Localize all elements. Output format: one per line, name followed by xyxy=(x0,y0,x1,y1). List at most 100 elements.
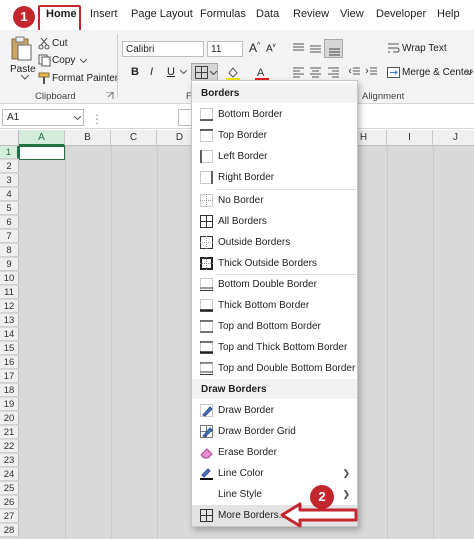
tab-view[interactable]: View xyxy=(340,8,364,20)
align-center-icon[interactable] xyxy=(309,66,322,79)
underline-chevron-icon[interactable] xyxy=(180,70,187,74)
row-header[interactable]: 19 xyxy=(0,398,19,411)
increase-font-icon[interactable]: A^ xyxy=(249,41,260,55)
merge-center-button[interactable]: Merge & Center xyxy=(402,67,473,78)
row-header[interactable]: 18 xyxy=(0,384,19,397)
menu-item-no-border[interactable]: No Border xyxy=(192,190,357,211)
paste-icon[interactable] xyxy=(9,36,33,62)
paste-button[interactable]: Paste xyxy=(10,64,36,75)
row-header[interactable]: 13 xyxy=(0,314,19,327)
row-header[interactable]: 20 xyxy=(0,412,19,425)
tab-review[interactable]: Review xyxy=(293,8,329,20)
active-cell-a1[interactable] xyxy=(19,146,65,160)
increase-indent-icon[interactable] xyxy=(365,66,378,79)
menu-item-line-color[interactable]: Line Color ❯ xyxy=(192,463,357,484)
menu-item-draw-border[interactable]: Draw Border xyxy=(192,400,357,421)
merge-chevron-icon[interactable] xyxy=(466,71,473,75)
menu-item-outside-borders[interactable]: Outside Borders xyxy=(192,232,357,253)
bold-button[interactable]: B xyxy=(131,66,139,78)
decrease-indent-icon[interactable] xyxy=(348,66,361,79)
tab-page-layout[interactable]: Page Layout xyxy=(131,8,193,20)
menu-item-all-borders[interactable]: All Borders xyxy=(192,211,357,232)
row-header[interactable]: 12 xyxy=(0,300,19,313)
copy-button[interactable]: Copy xyxy=(52,55,75,66)
menu-item-erase-border[interactable]: Erase Border xyxy=(192,442,357,463)
tab-insert[interactable]: Insert xyxy=(90,8,118,20)
font-color-icon[interactable]: A xyxy=(255,65,269,81)
align-left-icon[interactable] xyxy=(292,66,305,79)
font-size-box[interactable]: 11 xyxy=(207,41,243,57)
row-header[interactable]: 26 xyxy=(0,496,19,509)
wrap-text-button[interactable]: Wrap Text xyxy=(402,43,447,54)
row-header[interactable]: 4 xyxy=(0,188,19,201)
format-painter-button[interactable]: Format Painter xyxy=(52,73,118,84)
menu-item-thick-bottom-border[interactable]: Thick Bottom Border xyxy=(192,295,357,316)
row-header[interactable]: 14 xyxy=(0,328,19,341)
row-header[interactable]: 25 xyxy=(0,482,19,495)
menu-item-bottom-double-border[interactable]: Bottom Double Border xyxy=(192,274,357,295)
column-header[interactable]: B xyxy=(65,130,111,146)
column-header[interactable]: J xyxy=(433,130,474,146)
tab-formulas[interactable]: Formulas xyxy=(200,8,246,20)
row-header[interactable]: 7 xyxy=(0,230,19,243)
align-middle-icon[interactable] xyxy=(309,42,322,55)
copy-icon[interactable] xyxy=(38,54,51,67)
row-header[interactable]: 5 xyxy=(0,202,19,215)
italic-button[interactable]: I xyxy=(150,66,153,78)
row-header[interactable]: 27 xyxy=(0,510,19,523)
select-all-corner[interactable] xyxy=(0,130,19,146)
name-box-chevron-icon[interactable] xyxy=(74,116,81,120)
menu-item-right-border[interactable]: Right Border xyxy=(192,167,357,188)
column-header[interactable]: I xyxy=(387,130,433,146)
decrease-font-icon[interactable]: Av xyxy=(266,43,276,54)
menu-item-top-and-bottom-border[interactable]: Top and Bottom Border xyxy=(192,316,357,337)
align-top-icon[interactable] xyxy=(292,42,305,55)
fill-color-icon[interactable] xyxy=(226,65,240,81)
menu-item-label: Top and Bottom Border xyxy=(218,321,321,332)
cut-button[interactable]: Cut xyxy=(52,38,68,49)
row-header[interactable]: 22 xyxy=(0,440,19,453)
row-header[interactable]: 17 xyxy=(0,370,19,383)
menu-item-bottom-border[interactable]: Bottom Border xyxy=(192,104,357,125)
row-header[interactable]: 8 xyxy=(0,244,19,257)
menu-item-left-border[interactable]: Left Border xyxy=(192,146,357,167)
name-box[interactable]: A1 xyxy=(2,109,84,126)
row-header[interactable]: 6 xyxy=(0,216,19,229)
copy-chevron-icon[interactable] xyxy=(80,59,87,63)
column-header[interactable]: C xyxy=(111,130,157,146)
align-right-icon[interactable] xyxy=(327,66,340,79)
formula-input[interactable] xyxy=(178,109,192,126)
tab-data[interactable]: Data xyxy=(256,8,279,20)
row-header[interactable]: 11 xyxy=(0,286,19,299)
paste-chevron-icon[interactable] xyxy=(21,75,29,80)
clipboard-launcher-icon[interactable] xyxy=(106,92,114,100)
format-painter-icon[interactable] xyxy=(38,72,51,85)
cut-icon[interactable] xyxy=(38,37,51,50)
row-header[interactable]: 23 xyxy=(0,454,19,467)
menu-item-top-and-thick-bottom-border[interactable]: Top and Thick Bottom Border xyxy=(192,337,357,358)
menu-item-top-border[interactable]: Top Border xyxy=(192,125,357,146)
row-header[interactable]: 1 xyxy=(0,146,19,159)
row-header[interactable]: 16 xyxy=(0,356,19,369)
font-name-box[interactable]: Calibri xyxy=(122,41,204,57)
row-header[interactable]: 3 xyxy=(0,174,19,187)
row-header[interactable]: 10 xyxy=(0,272,19,285)
menu-item-label: Thick Outside Borders xyxy=(218,258,317,269)
row-header[interactable]: 24 xyxy=(0,468,19,481)
tab-help[interactable]: Help xyxy=(437,8,460,20)
row-header[interactable]: 15 xyxy=(0,342,19,355)
merge-center-icon[interactable] xyxy=(387,66,400,79)
tab-developer[interactable]: Developer xyxy=(376,8,426,20)
row-header[interactable]: 28 xyxy=(0,524,19,537)
align-bottom-button[interactable] xyxy=(324,39,343,58)
column-header[interactable]: A xyxy=(19,130,65,146)
wrap-text-icon[interactable] xyxy=(387,42,400,55)
menu-item-top-and-double-bottom-border[interactable]: Top and Double Bottom Border xyxy=(192,358,357,379)
menu-item-draw-border-grid[interactable]: Draw Border Grid xyxy=(192,421,357,442)
menu-item-label: Bottom Double Border xyxy=(218,279,317,290)
underline-button[interactable]: U xyxy=(167,66,175,78)
row-header[interactable]: 9 xyxy=(0,258,19,271)
menu-item-thick-outside-borders[interactable]: Thick Outside Borders xyxy=(192,253,357,274)
row-header[interactable]: 2 xyxy=(0,160,19,173)
row-header[interactable]: 21 xyxy=(0,426,19,439)
